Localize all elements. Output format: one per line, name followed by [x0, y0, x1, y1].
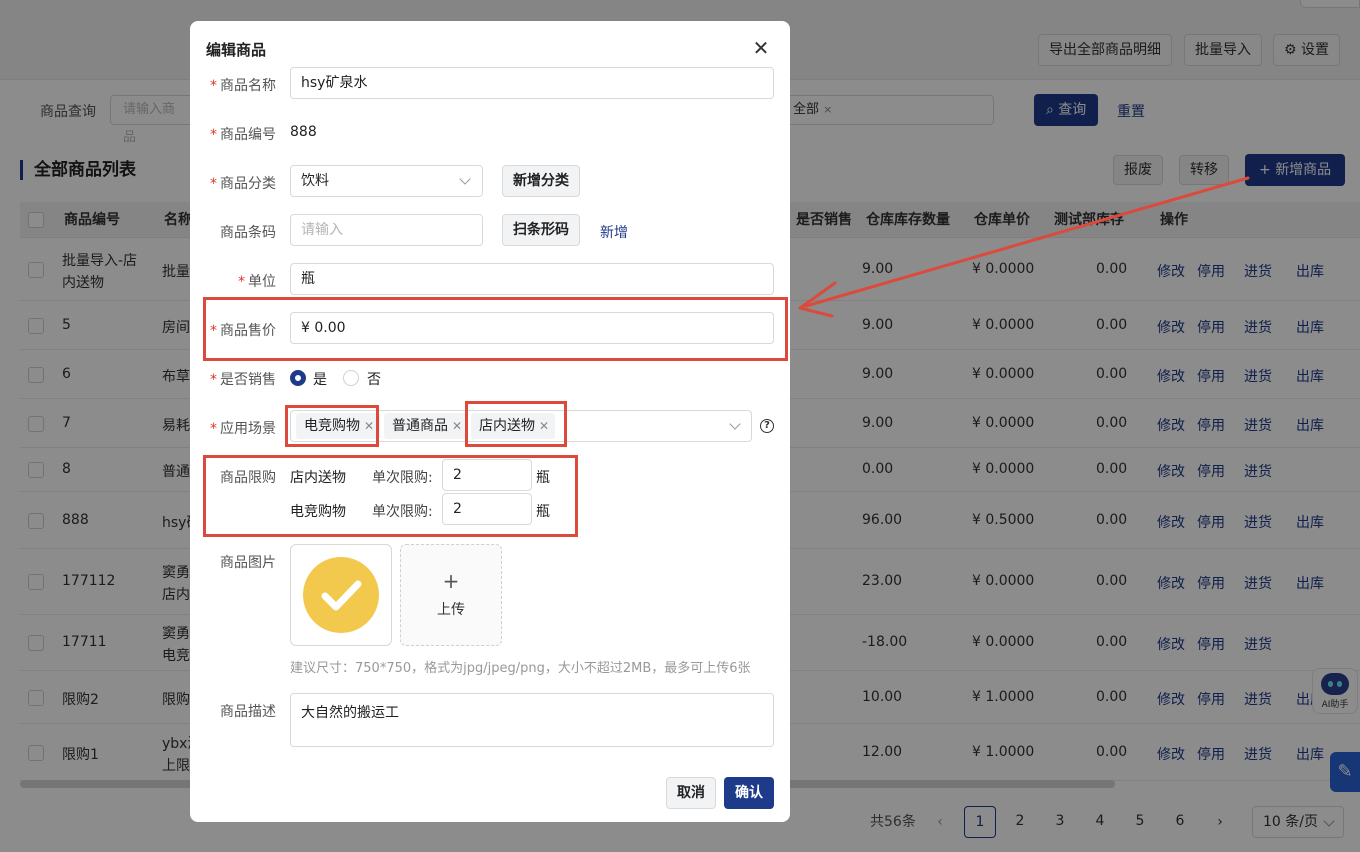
required-mark: *	[210, 78, 217, 94]
dialog-title: 编辑商品	[206, 41, 267, 59]
chevron-down-icon	[729, 418, 741, 430]
scan-barcode-button[interactable]: 扫条形码	[502, 214, 580, 246]
check-image-icon	[303, 557, 379, 633]
confirm-button[interactable]: 确认	[724, 777, 774, 809]
images-label: 商品图片	[220, 555, 276, 571]
code-label: * 商品编号	[210, 127, 276, 143]
required-mark: *	[210, 421, 217, 437]
description-label: 商品描述	[220, 704, 276, 720]
image-hint: 建议尺寸：750*750，格式为jpg/jpeg/png，大小不超过2MB，最多…	[290, 661, 751, 676]
add-barcode-link[interactable]: 新增	[600, 222, 628, 242]
plus-icon: +	[442, 569, 460, 593]
upload-image-button[interactable]: + 上传	[400, 544, 502, 646]
on-sale-yes-radio[interactable]	[290, 370, 306, 386]
required-mark: *	[210, 176, 217, 192]
close-icon[interactable]: ✕	[752, 38, 770, 58]
unit-label: * 单位	[238, 274, 276, 290]
required-mark: *	[210, 372, 217, 388]
category-label: * 商品分类	[210, 176, 276, 192]
category-value: 饮料	[301, 173, 329, 189]
upload-label: 上传	[437, 602, 465, 618]
scene-highlight-box	[285, 405, 379, 447]
on-sale-no-label[interactable]: 否	[367, 369, 381, 389]
scenes-label: * 应用场景	[210, 421, 276, 437]
unit-input[interactable]: 瓶	[290, 263, 774, 295]
help-icon[interactable]: ?	[760, 419, 774, 433]
scene-highlight-box	[465, 401, 567, 447]
tag-close-icon[interactable]: ✕	[452, 419, 462, 433]
on-sale-no-radio[interactable]	[343, 370, 359, 386]
add-category-button[interactable]: 新增分类	[502, 165, 580, 197]
required-mark: *	[210, 127, 217, 143]
name-label: * 商品名称	[210, 78, 276, 94]
description-textarea[interactable]: 大自然的搬运工	[290, 693, 774, 747]
scene-tag: 普通商品 ✕	[384, 413, 469, 439]
barcode-label: 商品条码	[220, 225, 276, 241]
product-image-thumb[interactable]	[290, 544, 392, 646]
on-sale-label: * 是否销售	[210, 372, 276, 388]
price-highlight-box	[203, 297, 788, 361]
product-code-value: 888	[290, 124, 317, 140]
product-name-input[interactable]: hsy矿泉水	[290, 67, 774, 99]
required-mark: *	[238, 274, 245, 290]
cancel-button[interactable]: 取消	[666, 777, 716, 809]
on-sale-yes-label[interactable]: 是	[313, 369, 327, 389]
barcode-input[interactable]: 请输入	[290, 214, 483, 246]
chevron-down-icon	[459, 173, 471, 185]
checkmark-icon	[321, 580, 362, 611]
limits-highlight-box	[203, 455, 578, 537]
category-select[interactable]: 饮料	[290, 165, 483, 197]
